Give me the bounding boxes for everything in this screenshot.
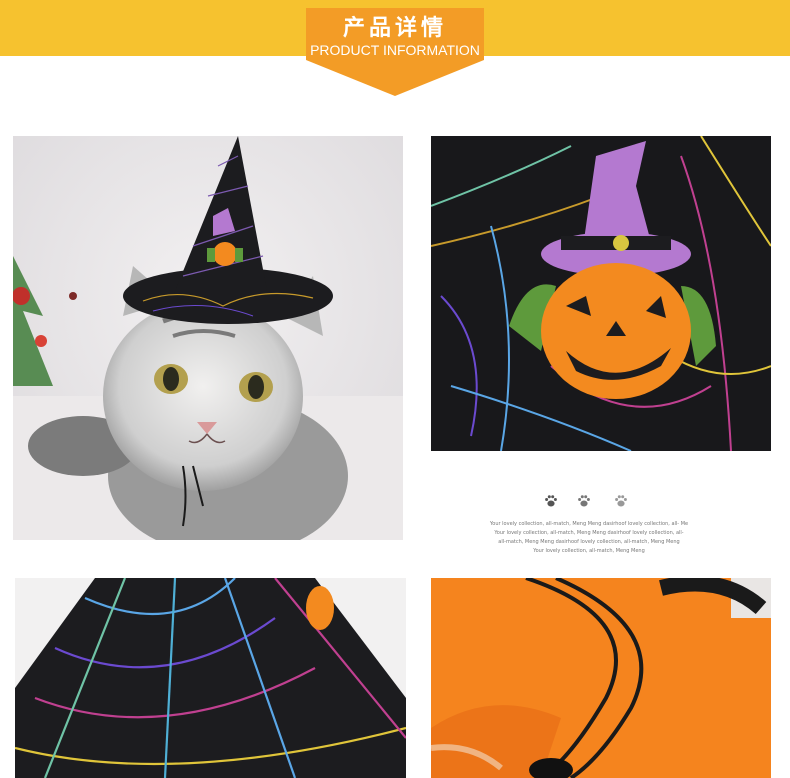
product-caption: Your lovely collection, all-match, Meng … bbox=[458, 520, 720, 556]
caption-line: all-match, Meng Meng dasirhoof lovely co… bbox=[498, 539, 680, 545]
caption-line: Your lovely collection, all-match, Meng … bbox=[489, 521, 689, 527]
paw-icon bbox=[615, 495, 627, 507]
caption-line: Your lovely collection, all-match, Meng … bbox=[533, 548, 645, 554]
hat-pumpkin-charm-closeup-photo bbox=[431, 136, 771, 451]
caption-line: Your lovely collection, all-match, Meng … bbox=[494, 530, 684, 536]
cat-wearing-witch-hat-photo bbox=[13, 136, 403, 540]
hat-orange-lining-strap-photo bbox=[431, 578, 771, 778]
paw-icon bbox=[545, 495, 557, 507]
section-subtitle: PRODUCT INFORMATION bbox=[310, 42, 480, 58]
hat-spiderweb-fabric-closeup-photo bbox=[15, 578, 406, 778]
paw-icon bbox=[578, 495, 590, 507]
paw-icons-row bbox=[544, 494, 634, 512]
section-title: 产品详情 bbox=[342, 16, 447, 41]
section-badge: 产品详情 PRODUCT INFORMATION bbox=[306, 8, 484, 98]
